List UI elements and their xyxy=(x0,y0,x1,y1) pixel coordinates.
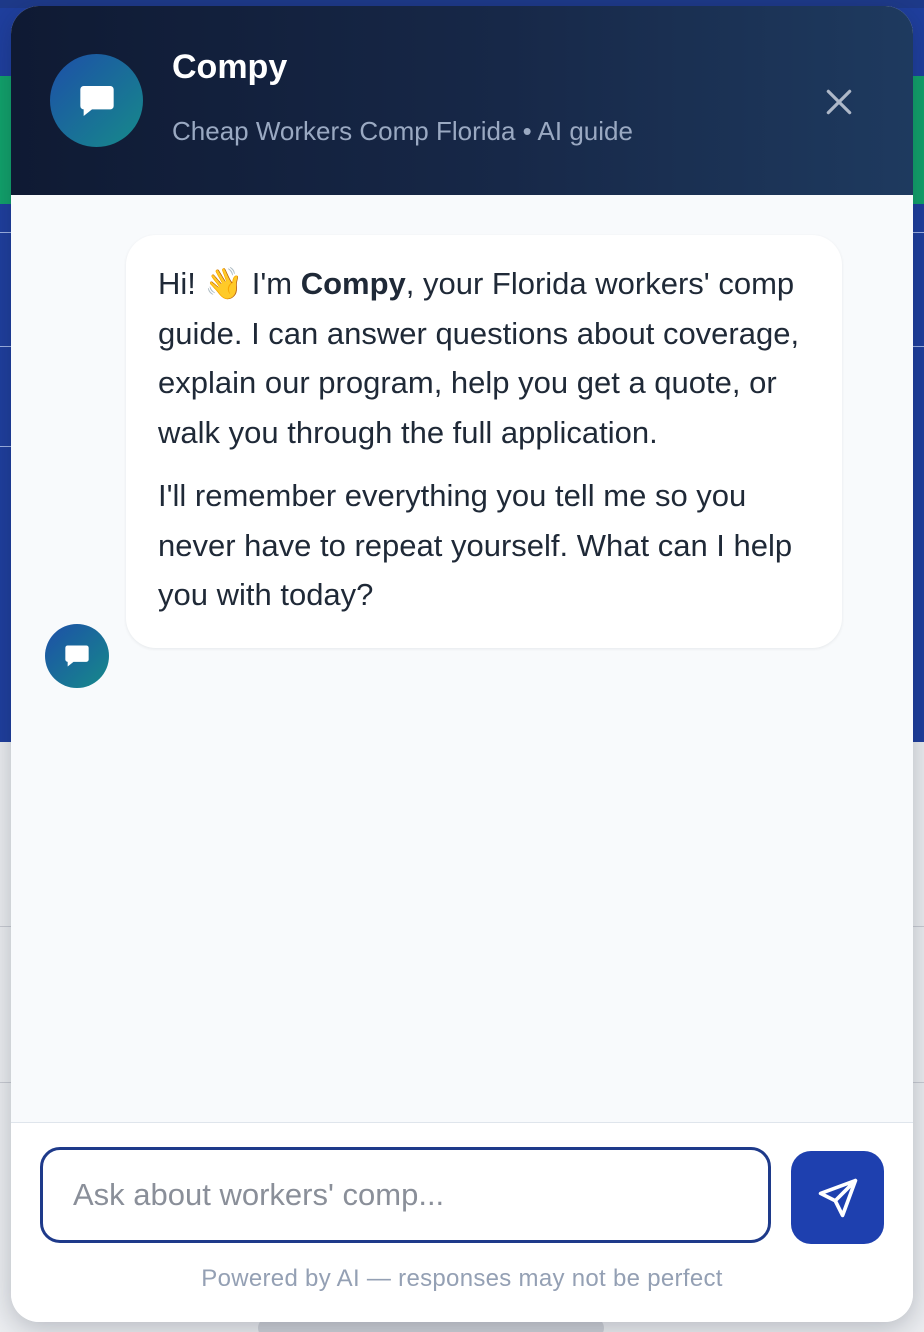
message-input[interactable] xyxy=(40,1147,771,1243)
chat-header: Compy Cheap Workers Comp Florida • AI gu… xyxy=(11,6,913,195)
assistant-avatar xyxy=(50,54,143,147)
chat-bubble-icon xyxy=(65,645,89,667)
composer: Powered by AI — responses may not be per… xyxy=(11,1122,913,1322)
message-list[interactable]: Hi! 👋 I'm Compy, your Florida workers' c… xyxy=(11,195,913,1122)
send-button[interactable] xyxy=(791,1151,884,1244)
send-icon xyxy=(818,1178,857,1217)
close-button[interactable] xyxy=(817,80,861,124)
close-icon xyxy=(826,89,852,115)
bot-name: Compy xyxy=(300,266,406,301)
bot-message-avatar xyxy=(45,624,109,688)
ai-disclaimer: Powered by AI — responses may not be per… xyxy=(201,1265,723,1292)
assistant-name: Compy xyxy=(172,48,288,86)
bot-message-bubble: Hi! 👋 I'm Compy, your Florida workers' c… xyxy=(126,235,842,648)
message-paragraph: I'll remember everything you tell me so … xyxy=(158,478,793,612)
message-paragraph: Hi! 👋 I'm Compy, your Florida workers' c… xyxy=(158,266,800,450)
assistant-subtitle: Cheap Workers Comp Florida • AI guide xyxy=(172,116,633,146)
chat-bubble-icon xyxy=(79,85,114,116)
chat-widget: Compy Cheap Workers Comp Florida • AI gu… xyxy=(11,6,913,1322)
